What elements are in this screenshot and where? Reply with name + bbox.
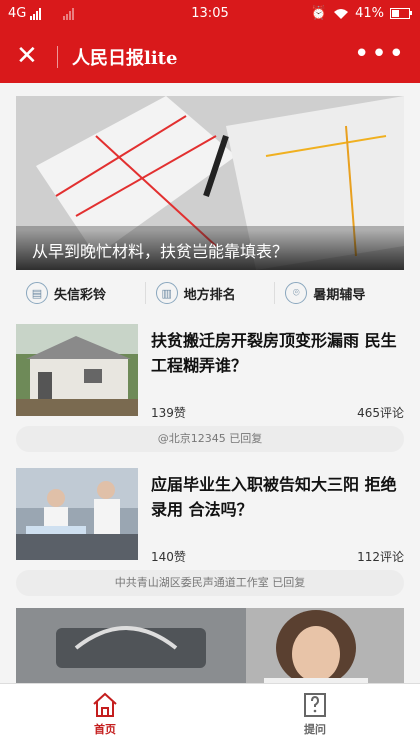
close-icon[interactable]: ✕ [16,40,38,72]
category-item-ranking[interactable]: ▥ 地方排名 [144,282,275,304]
tab-ask[interactable]: 提问 [210,684,420,747]
home-icon [93,692,117,717]
article-thumbnail [16,468,138,560]
wifi-icon [334,8,349,19]
article-title: 扶贫搬迁房开裂房顶变形漏雨 民生工程糊弄谁？ [151,331,397,375]
bar-chart-icon: ▥ [155,282,178,304]
divider [57,46,58,68]
category-bar: ▤ 失信彩铃 ▥ 地方排名 ⌾ 暑期辅导 [16,270,404,316]
category-label: 失信彩铃 [54,287,107,303]
house-photo [16,324,138,416]
page-title: 人民日报lite [72,48,178,69]
status-bar: 4G 13:05 ⏰ 41% [0,0,420,29]
battery-level [392,10,399,17]
reply-badge[interactable]: @北京12345 已回复 [16,426,404,452]
tab-label: 首页 [94,723,116,736]
status-right: ⏰ 41% [310,6,412,21]
bottom-tab-bar: 首页 提问 [0,683,420,747]
article-thumbnail [16,324,138,416]
battery-percent: 41% [355,6,384,21]
comment-count: 465评论 [357,406,404,420]
lab-photo [16,468,138,560]
article-card[interactable]: 应届毕业生入职被告知大三阳 拒绝录用 合法吗？ 140赞 112评论 [16,468,404,566]
article-image[interactable] [16,608,404,684]
comment-count: 112评论 [357,550,404,564]
feed[interactable]: 从早到晚忙材料，扶贫岂能靠填表？ ▤ 失信彩铃 ▥ 地方排名 ⌾ 暑期辅导 扶贫… [0,83,420,684]
bus-photo [16,608,404,684]
hero-caption: 从早到晚忙材料，扶贫岂能靠填表？ [16,230,404,270]
article-card[interactable]: 扶贫搬迁房开裂房顶变形漏雨 民生工程糊弄谁？ 139赞 465评论 [16,324,404,422]
category-item-tutoring[interactable]: ⌾ 暑期辅导 [274,282,404,304]
like-count: 140赞 [151,550,186,564]
reply-badge[interactable]: 中共青山湖区委民声通道工作室 已回复 [16,570,404,596]
title-bar: ✕ 人民日报lite ••• [0,29,420,83]
tab-label: 提问 [304,723,326,736]
category-label: 暑期辅导 [313,287,366,303]
alarm-icon: ⏰ [310,6,328,21]
more-options-icon[interactable]: ••• [354,39,406,69]
article-title: 应届毕业生入职被告知大三阳 拒绝录用 合法吗？ [151,475,397,519]
location-pin-icon: ⌾ [285,282,308,304]
category-label: 地方排名 [183,287,236,303]
category-item-shixin[interactable]: ▤ 失信彩铃 [16,282,145,304]
tab-home[interactable]: 首页 [0,684,210,747]
like-count: 139赞 [151,406,186,420]
document-icon: ▤ [26,282,48,304]
question-icon [304,693,326,717]
battery-icon [390,8,412,19]
hero-banner[interactable]: 从早到晚忙材料，扶贫岂能靠填表？ [16,96,404,270]
